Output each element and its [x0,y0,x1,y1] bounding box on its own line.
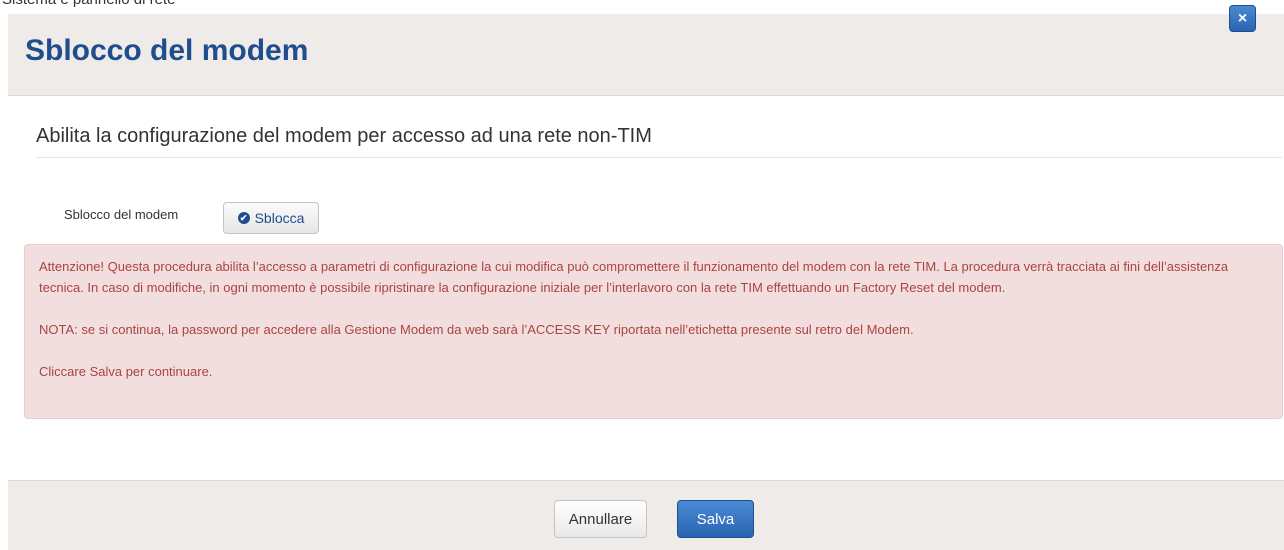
dialog-title: Sblocco del modem [25,34,309,67]
dialog-footer: Annullare Salva [8,480,1284,550]
section-title: Abilita la configurazione del modem per … [36,125,652,147]
alert-paragraph-instruction: Cliccare Salva per continuare. [39,364,213,379]
section-divider [36,157,1282,158]
close-button[interactable]: × [1229,5,1256,32]
unlock-button-label: Sblocca [254,210,305,226]
cropped-top-text: Sistema e pannello di rete [2,0,175,8]
unlock-button[interactable]: ✔ Sblocca [223,202,319,234]
dialog-header: Sblocco del modem [8,14,1284,96]
warning-alert: Attenzione! Questa procedura abilita l’a… [24,244,1283,419]
check-circle-icon: ✔ [237,212,250,224]
save-button[interactable]: Salva [677,500,754,538]
close-icon: × [1237,10,1248,27]
alert-paragraph-note: NOTA: se si continua, la password per ac… [39,322,914,337]
cancel-button[interactable]: Annullare [554,500,647,538]
alert-paragraph-warning: Attenzione! Questa procedura abilita l’a… [39,259,1229,295]
unlock-field-label: Sblocco del modem [64,207,179,222]
